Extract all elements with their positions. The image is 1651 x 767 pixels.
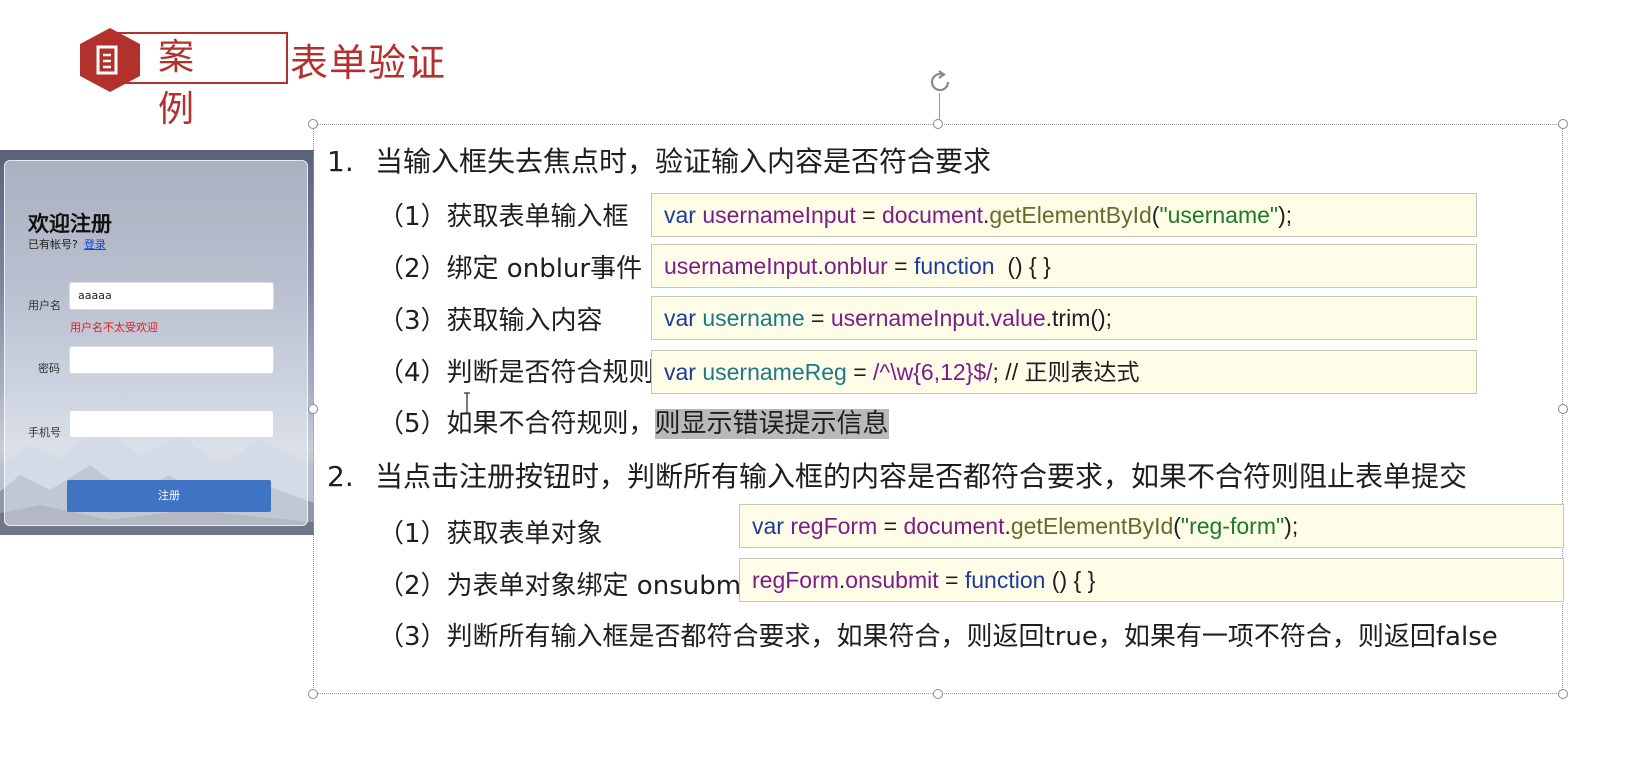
page-title: 表单验证 [290,41,447,85]
step-1-4: （4）判断是否符合规则 [378,358,655,388]
code-block-6[interactable]: regForm.onsubmit = function () { } [739,558,1564,602]
register-title: 欢迎注册 [28,212,112,236]
code-block-5[interactable]: var regForm = document.getElementById("r… [739,504,1564,548]
code-block-4[interactable]: var usernameReg = /^\w{6,12}$/; // 正则表达式 [651,350,1477,394]
step-1-5: （5）如果不合符规则，则显示错误提示信息 [378,403,889,440]
step-2-1: （1）获取表单对象 [378,519,603,549]
password-label: 密码 [38,362,60,375]
step-1-5-highlight[interactable]: 则显示错误提示信息 [654,409,889,439]
register-form-preview: 欢迎注册 已有帐号? 登录 用户名 aaaaa 用户名不太受欢迎 密码 手机号 注… [0,150,314,535]
badge-frame [118,32,288,84]
step-1-2: （2）绑定 onblur事件 [378,254,643,284]
step-1-3: （3）获取输入内容 [378,306,603,336]
step-1-1: （1）获取表单输入框 [378,202,629,232]
resize-handle-bottom[interactable] [933,689,943,699]
phone-label: 手机号 [28,426,61,439]
code-block-1[interactable]: var usernameInput = document.getElementB… [651,193,1477,237]
password-field[interactable] [69,346,274,374]
resize-handle-top[interactable] [933,119,943,129]
resize-handle-left[interactable] [308,404,318,414]
code-block-3[interactable]: var username = usernameInput.value.trim(… [651,296,1477,340]
resize-handle-top-right[interactable] [1558,119,1568,129]
login-hint: 已有帐号? 登录 [28,236,106,252]
resize-handle-right[interactable] [1558,404,1568,414]
code-block-2[interactable]: usernameInput.onblur = function () { } [651,244,1477,288]
item-2-number: 2. [327,460,354,493]
phone-field[interactable] [69,410,274,438]
login-link[interactable]: 登录 [84,238,106,251]
step-1-5-text: （5）如果不合符规则， [378,409,655,439]
username-label: 用户名 [28,299,61,312]
resize-handle-bottom-right[interactable] [1558,689,1568,699]
step-2-3: （3）判断所有输入框是否都符合要求，如果符合，则返回true，如果有一项不符合，… [378,622,1498,652]
text-cursor-icon [464,392,470,414]
item-1-heading: 1. 当输入框失去焦点时，验证输入内容是否符合要求 [327,140,991,180]
document-icon [96,45,118,75]
rotate-icon[interactable] [926,68,954,96]
item-2-heading: 2. 当点击注册按钮时，判断所有输入框的内容是否都符合要求，如果不合符则阻止表单提… [327,455,1467,495]
username-error: 用户名不太受欢迎 [70,321,158,334]
resize-handle-top-left[interactable] [308,119,318,129]
item-2-text: 当点击注册按钮时，判断所有输入框的内容是否都符合要求，如果不合符则阻止表单提交 [375,460,1468,493]
item-1-number: 1. [327,145,354,178]
has-account-text: 已有帐号? [28,238,78,251]
register-button[interactable]: 注册 [67,480,271,512]
step-2-2: （2）为表单对象绑定 onsubmit [378,571,759,601]
badge-label: 案例 [158,37,197,130]
username-field[interactable]: aaaaa [69,282,274,310]
item-1-text: 当输入框失去焦点时，验证输入内容是否符合要求 [375,145,992,178]
resize-handle-bottom-left[interactable] [308,689,318,699]
